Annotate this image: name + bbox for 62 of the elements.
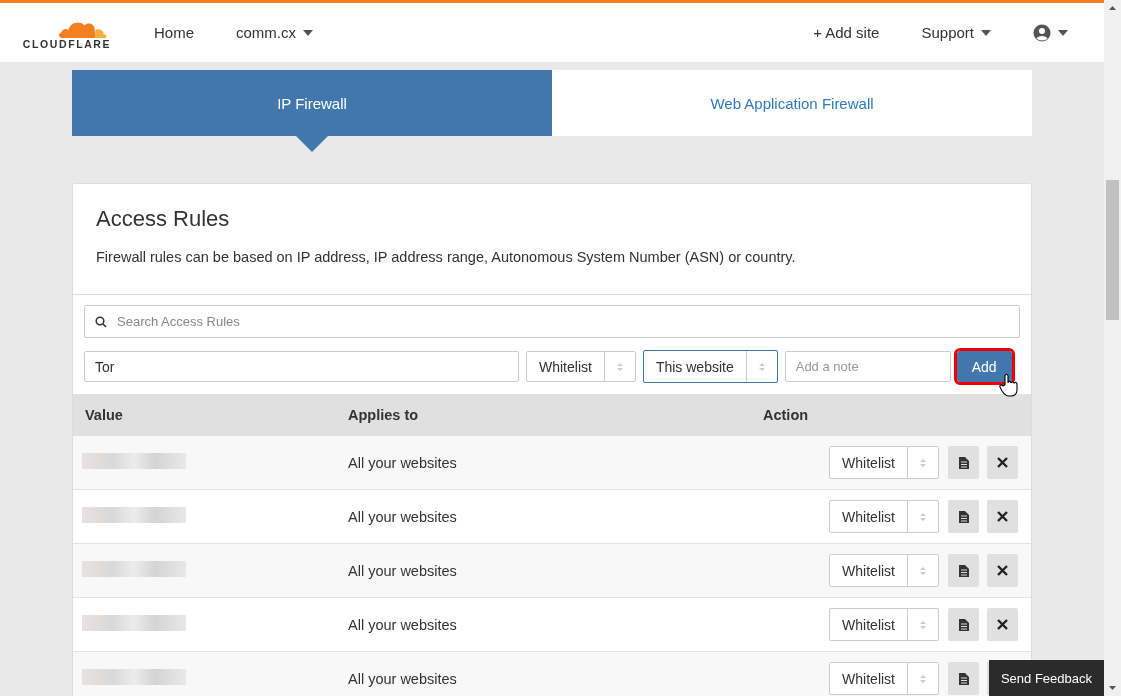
delete-button[interactable] [987, 446, 1018, 479]
caret-icon [303, 29, 313, 36]
note-button[interactable] [948, 608, 979, 641]
active-tab-pointer [296, 136, 328, 152]
table-cell-text: All your websites [348, 454, 458, 471]
card-description: Firewall rules can be based on IP address, IP address range, Autonomous System Number (ASN) or country. [96, 249, 797, 265]
send-feedback-button[interactable]: Send Feedback [989, 660, 1104, 696]
up-down-arrows-icon [757, 360, 766, 373]
action-select[interactable]: Whitelist [829, 608, 939, 641]
delete-button[interactable] [987, 554, 1018, 587]
up-down-arrows-icon [919, 618, 927, 631]
logo-wordmark[interactable]: CLOUDFLARE [22, 37, 112, 50]
up-down-arrows-icon [919, 510, 927, 523]
action-select[interactable]: Whitelist [829, 554, 939, 587]
action-select[interactable]: Whitelist [829, 500, 939, 533]
column-header: Applies to [348, 407, 420, 423]
user-icon [1033, 23, 1051, 42]
nav-link[interactable]: Home [154, 24, 194, 41]
up-down-arrows-icon [919, 672, 927, 685]
caret-icon [1058, 29, 1068, 36]
card-title: Access Rules [96, 206, 231, 232]
close-icon [997, 619, 1008, 630]
add-site-link[interactable]: + Add site [813, 24, 880, 41]
note-input-field[interactable]: Add a note [784, 351, 951, 382]
mode-select[interactable]: Whitelist [526, 351, 636, 382]
note-button[interactable] [948, 662, 979, 695]
account-menu[interactable] [1033, 23, 1068, 42]
table-cell-text: All your websites [348, 508, 458, 525]
table-cell-text: All your websites [348, 562, 458, 579]
value-input-field[interactable]: Tor [84, 351, 519, 382]
close-icon [997, 565, 1008, 576]
tab[interactable]: Web Application Firewall [552, 70, 1032, 136]
column-header: Action [763, 407, 810, 423]
action-select[interactable]: Whitelist [829, 446, 939, 479]
note-button[interactable] [948, 500, 979, 533]
document-icon [958, 456, 969, 469]
up-down-arrows-icon [919, 564, 927, 577]
support-menu[interactable]: Support [921, 24, 991, 41]
document-icon [958, 510, 969, 523]
scrollbar[interactable] [1104, 0, 1121, 696]
table-cell-text: All your websites [348, 616, 458, 633]
document-icon [958, 672, 969, 685]
caret-icon [981, 29, 991, 36]
close-icon [997, 511, 1008, 522]
scope-select[interactable]: This website [642, 350, 778, 383]
document-icon [958, 618, 969, 631]
column-header: Value [84, 407, 124, 423]
delete-button[interactable] [987, 500, 1018, 533]
action-select[interactable]: Whitelist [829, 662, 939, 695]
note-button[interactable] [948, 446, 979, 479]
up-down-arrows-icon [919, 456, 927, 469]
up-down-arrows-icon [615, 360, 624, 373]
scrollbar-thumb[interactable] [1106, 180, 1119, 320]
delete-button[interactable] [987, 608, 1018, 641]
note-button[interactable] [948, 554, 979, 587]
nav-link[interactable]: comm.cx [236, 24, 313, 41]
hand-cursor-icon [998, 373, 1019, 397]
close-icon [997, 457, 1008, 468]
add-button[interactable]: Add [956, 351, 1012, 382]
document-icon [958, 564, 969, 577]
search-field[interactable]: Search Access Rules [84, 305, 1020, 338]
table-cell-text: All your websites [348, 670, 458, 687]
